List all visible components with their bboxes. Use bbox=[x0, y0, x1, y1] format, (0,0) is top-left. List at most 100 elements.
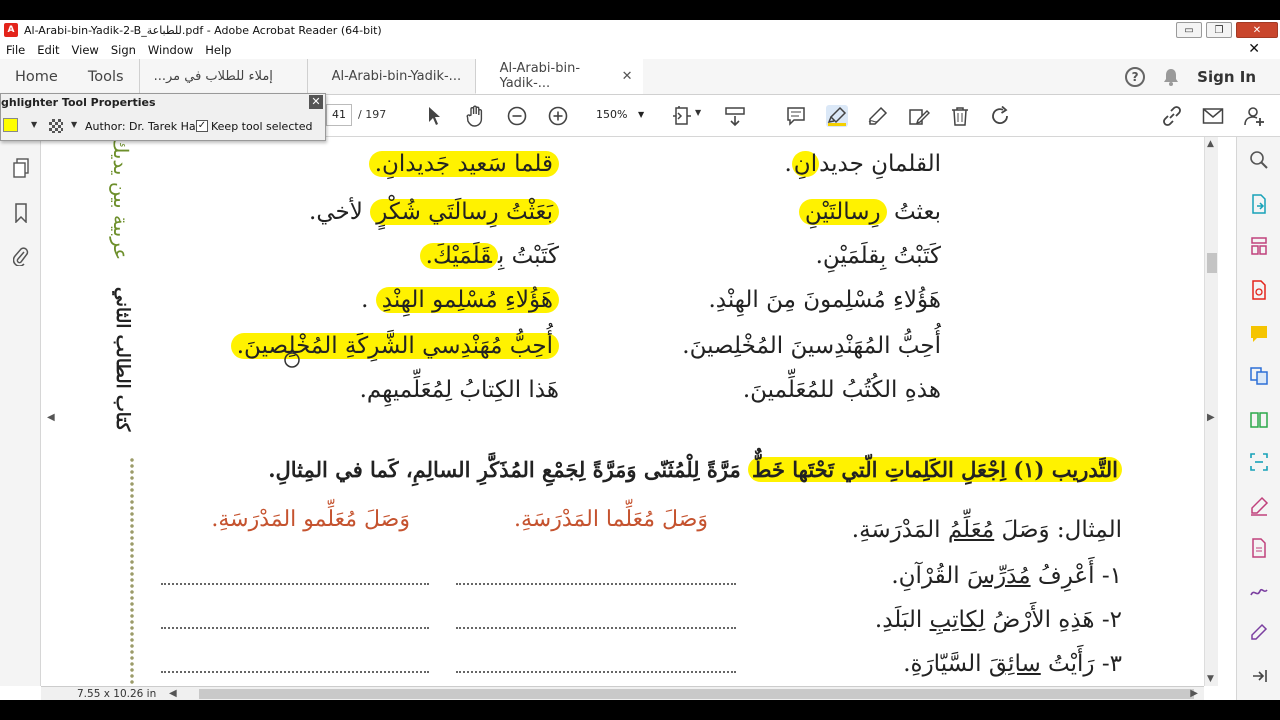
email-icon[interactable] bbox=[1202, 105, 1224, 127]
select-pointer-icon[interactable] bbox=[424, 105, 446, 127]
left-line-2: بَعَثْتُ رِسالَتَي شُكْرٍ لأخي. bbox=[309, 199, 559, 225]
left-line-1-text: قلما سَعيد جَديدانِ. bbox=[368, 151, 559, 177]
exercise-title-highlighted: التَّدريب (١) اِجْعَلِ الكَلِماتِ الّتي … bbox=[748, 457, 1122, 482]
sign-in-button[interactable]: Sign In bbox=[1197, 68, 1256, 86]
highlight-color-swatch[interactable] bbox=[3, 118, 18, 132]
combine-files-icon[interactable] bbox=[1248, 365, 1270, 387]
left-line-4: هَؤُلاءِ مُسْلِمو الهِنْدِ . bbox=[361, 287, 559, 313]
answer-blank-3b[interactable] bbox=[161, 671, 429, 673]
exercise-item-2: ٢- هَذِهِ الأَرْضُ لِكاتِبِ البَلَدِ. bbox=[875, 607, 1122, 633]
document-tab-1[interactable]: إملاء للطلاب في مر... bbox=[138, 59, 307, 94]
item-2-post: البَلَدِ. bbox=[874, 607, 930, 633]
draw-pen-icon[interactable] bbox=[867, 105, 889, 127]
scroll-down-arrow-icon[interactable]: ▼ bbox=[1207, 674, 1214, 684]
minimize-button[interactable]: ▭ bbox=[1176, 22, 1202, 38]
close-window-button[interactable]: ✕ bbox=[1236, 22, 1278, 38]
add-comment-icon[interactable] bbox=[1248, 323, 1270, 345]
menu-help[interactable]: Help bbox=[205, 43, 231, 57]
scroll-up-arrow-icon[interactable]: ▲ bbox=[1207, 139, 1214, 149]
answer-blank-1b[interactable] bbox=[161, 583, 429, 585]
horizontal-scrollbar[interactable]: 7.55 x 10.26 in ◀ ▶ bbox=[41, 686, 1204, 700]
fit-page-chevron-icon[interactable]: ▼ bbox=[695, 108, 701, 117]
document-viewer[interactable]: ◀ عربية بين يديك كتاب الطالب الثاني القل… bbox=[41, 137, 1204, 686]
item-3-post: السَّيّارَةِ. bbox=[903, 651, 989, 677]
search-zoom-icon[interactable] bbox=[1248, 149, 1270, 171]
scroll-left-arrow-icon[interactable]: ◀ bbox=[169, 687, 177, 701]
comment-icon[interactable] bbox=[785, 105, 807, 127]
page-thumbnails-icon[interactable] bbox=[10, 157, 32, 179]
more-tools-pen-icon[interactable] bbox=[1248, 621, 1270, 643]
right-line-4: هَؤُلاءِ مُسْلِمونَ مِنَ الهِنْدِ. bbox=[708, 287, 941, 313]
bookmarks-icon[interactable] bbox=[10, 202, 32, 224]
keep-tool-checkbox[interactable]: ✓ bbox=[196, 120, 208, 132]
notification-bell-icon[interactable] bbox=[1163, 68, 1179, 86]
left-line-3: كَتَبْتُ بِقَلَمَيْكَ. bbox=[419, 243, 559, 269]
spine-book-title: عربية بين يديك bbox=[109, 137, 133, 261]
item-3-word: سائِقَ bbox=[988, 651, 1041, 677]
tab-tools[interactable]: Tools bbox=[73, 59, 139, 94]
link-icon[interactable] bbox=[1161, 105, 1183, 127]
highlighter-icon[interactable] bbox=[826, 105, 848, 127]
restore-button[interactable]: ❐ bbox=[1206, 22, 1232, 38]
answer-blank-1a[interactable] bbox=[456, 583, 736, 585]
zoom-level-select[interactable]: 150% ▼ bbox=[590, 104, 648, 126]
horizontal-scroll-thumb[interactable] bbox=[199, 689, 1194, 699]
item-1-number: ١- bbox=[1094, 563, 1122, 589]
organize-pages-icon[interactable] bbox=[1248, 235, 1270, 257]
window-controls: ▭ ❐ ✕ bbox=[1174, 20, 1280, 40]
menu-view[interactable]: View bbox=[72, 43, 99, 57]
send-for-signature-icon[interactable] bbox=[1248, 579, 1270, 601]
document-tab-3[interactable]: Al-Arabi-bin-Yadik-... ✕ bbox=[474, 59, 643, 94]
page-number-input[interactable]: 41 bbox=[326, 104, 352, 126]
document-tab-2[interactable]: Al-Arabi-bin-Yadik-... bbox=[306, 59, 475, 94]
vertical-scroll-thumb[interactable] bbox=[1207, 253, 1217, 273]
vertical-scrollbar[interactable]: ▲ ▶ ▼ bbox=[1204, 137, 1218, 686]
right-tools-pane bbox=[1236, 137, 1280, 700]
window-titlebar: A Al-Arabi-bin-Yadik-2-B_للطباعة.pdf - A… bbox=[0, 20, 1280, 40]
scroll-mode-icon[interactable] bbox=[724, 105, 746, 127]
scroll-right-arrow-icon[interactable]: ▶ bbox=[1190, 687, 1198, 701]
edit-pdf-icon[interactable] bbox=[1248, 537, 1270, 559]
create-pdf-icon[interactable] bbox=[1248, 279, 1270, 301]
opacity-chevron-down-icon[interactable]: ▼ bbox=[71, 120, 77, 129]
exercise-title-rest: مَرَّةً لِلْمُثَنّى وَمَرَّةً لِجَمْعِ ا… bbox=[268, 457, 749, 482]
close-document-icon[interactable]: ✕ bbox=[1248, 41, 1260, 57]
tab-home[interactable]: Home bbox=[0, 59, 73, 94]
scan-ocr-icon[interactable] bbox=[1248, 451, 1270, 473]
zoom-in-icon[interactable] bbox=[547, 105, 569, 127]
hand-tool-icon[interactable] bbox=[465, 105, 487, 127]
close-tab-icon[interactable]: ✕ bbox=[622, 69, 633, 84]
menu-sign[interactable]: Sign bbox=[111, 43, 136, 57]
answer-blank-2a[interactable] bbox=[456, 627, 736, 629]
item-1-post: القُرْآنِ. bbox=[891, 563, 967, 589]
attachments-paperclip-icon[interactable] bbox=[10, 245, 32, 267]
panel-close-icon[interactable]: ✕ bbox=[309, 95, 323, 109]
fit-page-icon[interactable] bbox=[671, 105, 693, 127]
export-pdf-icon[interactable] bbox=[1248, 193, 1270, 215]
item-2-word: لِكاتِبِ bbox=[929, 607, 986, 633]
zoom-out-icon[interactable] bbox=[506, 105, 528, 127]
redo-icon[interactable] bbox=[990, 105, 1012, 127]
share-user-icon[interactable] bbox=[1243, 105, 1265, 127]
document-tab-2-label: Al-Arabi-bin-Yadik-... bbox=[331, 69, 462, 84]
item-3-number: ٣- bbox=[1094, 651, 1122, 677]
exercise-title: التَّدريب (١) اِجْعَلِ الكَلِماتِ الّتي … bbox=[268, 457, 1122, 482]
answer-blank-3a[interactable] bbox=[456, 671, 736, 673]
collapse-tools-icon[interactable] bbox=[1248, 665, 1270, 687]
edit-text-icon[interactable] bbox=[908, 105, 930, 127]
answer-blank-2b[interactable] bbox=[161, 627, 429, 629]
collapse-left-pane-icon[interactable]: ◀ bbox=[47, 412, 55, 423]
delete-trash-icon[interactable] bbox=[949, 105, 971, 127]
menu-window[interactable]: Window bbox=[148, 43, 193, 57]
menu-file[interactable]: File bbox=[6, 43, 25, 57]
item-1-pre: أَعْرِفُ bbox=[1030, 563, 1095, 589]
fill-sign-icon[interactable] bbox=[1248, 495, 1270, 517]
menu-edit[interactable]: Edit bbox=[37, 43, 59, 57]
compare-files-icon[interactable] bbox=[1248, 409, 1270, 431]
tab-bar: Home Tools إملاء للطلاب في مر... Al-Arab… bbox=[0, 59, 1280, 95]
color-chevron-down-icon[interactable]: ▼ bbox=[31, 120, 37, 129]
collapse-right-pane-icon[interactable]: ▶ bbox=[1207, 412, 1215, 423]
document-tab-1-label: إملاء للطلاب في مر... bbox=[153, 69, 273, 84]
help-icon[interactable]: ? bbox=[1125, 66, 1146, 87]
opacity-icon[interactable] bbox=[49, 119, 63, 133]
